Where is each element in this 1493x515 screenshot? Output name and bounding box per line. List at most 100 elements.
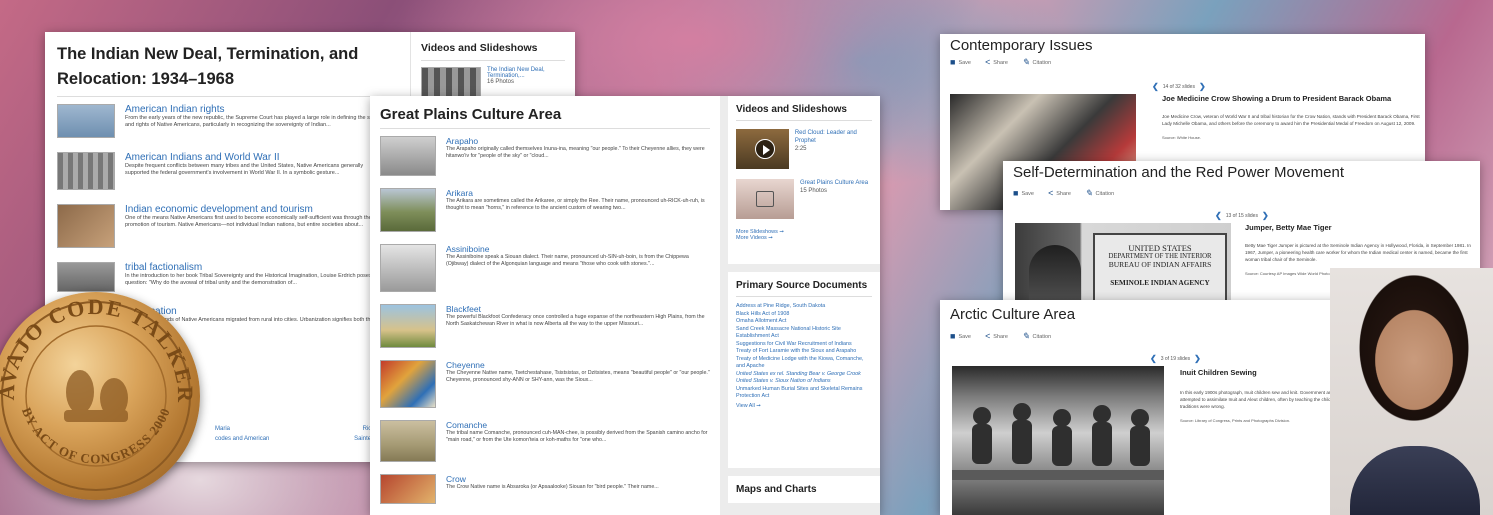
save-button[interactable]: ■ Save (950, 58, 971, 67)
play-icon[interactable] (755, 139, 775, 159)
primary-sources-heading: Primary Source Documents (736, 280, 868, 291)
entry-thumbnail[interactable] (57, 204, 115, 248)
maps-heading: Maps and Charts (736, 484, 817, 495)
slideshow-item[interactable]: The Indian New Deal, Termination,... 16 … (421, 67, 565, 97)
medal-top-text: NAVAJO CODE TALKERS (0, 292, 196, 404)
list-item: Arikara The Arikara are sometimes called… (380, 188, 710, 232)
video-title-link[interactable]: Red Cloud: Leader and Prophet (795, 129, 872, 145)
entry-description: From the early years of the new republic… (125, 115, 382, 129)
entry-thumbnail[interactable] (380, 474, 436, 504)
share-icon: < (984, 57, 991, 67)
list-item: Cheyenne The Cheyenne Native name, Tsetc… (380, 360, 710, 408)
svg-text:NAVAJO CODE TALKERS: NAVAJO CODE TALKERS (0, 292, 198, 404)
entry-title-link[interactable]: Arikara (446, 188, 710, 198)
maps-box: Maps and Charts (728, 476, 880, 503)
more-videos-link[interactable]: More Videos ➞ (736, 235, 872, 241)
slideshow-title-link[interactable]: The Indian New Deal, Termination,... (487, 67, 565, 79)
entry-description: The tribal name Comanche, pronounced cuh… (446, 430, 708, 444)
next-arrow[interactable]: ❯ (1262, 211, 1269, 220)
video-duration: 2:25 (794, 146, 807, 152)
entry-title-link[interactable]: Blackfeet (446, 304, 710, 314)
entry-title-link[interactable]: Crow (446, 474, 710, 484)
document-link[interactable]: Sand Creek Massacre National Historic Si… (736, 326, 872, 341)
folder-icon: ■ (950, 331, 956, 341)
citation-button[interactable]: ✎ Citation (1022, 58, 1051, 67)
entry-thumbnail[interactable] (380, 188, 436, 232)
document-link[interactable]: United States v. Sioux Nation of Indians (736, 378, 872, 386)
page-title: The Indian New Deal, Termination, and Re… (57, 45, 359, 88)
entry-title-link[interactable]: tribal factionalism (125, 262, 387, 273)
entry-thumbnail[interactable] (380, 360, 436, 408)
share-button[interactable]: < Share (1048, 189, 1071, 198)
entry-title-link[interactable]: Arapaho (446, 136, 710, 146)
video-item[interactable]: Red Cloud: Leader and Prophet 2:25 (736, 129, 872, 169)
entry-thumbnail[interactable] (380, 420, 436, 462)
prev-arrow[interactable]: ❮ (1215, 211, 1222, 220)
save-button[interactable]: ■ Save (1013, 189, 1034, 198)
view-all-link[interactable]: View All ➞ (736, 403, 872, 411)
share-button[interactable]: < Share (985, 332, 1008, 341)
list-item: Assiniboine The Assiniboine speak a Siou… (380, 244, 710, 292)
list-item: Crow The Crow Native name is Absaroka (o… (380, 474, 710, 504)
entry-title-link[interactable]: Assiniboine (446, 244, 710, 254)
slide-counter: 14 of 32 slides (1162, 83, 1195, 90)
list-item: Comanche The tribal name Comanche, prono… (380, 420, 710, 462)
video-thumbnail[interactable] (736, 129, 789, 169)
document-link[interactable]: Treaty of Medicine Lodge with the Kiowa,… (736, 356, 872, 371)
entry-thumbnail[interactable] (380, 304, 436, 348)
entry-title-link[interactable]: Cheyenne (446, 360, 710, 370)
slide-caption-title: Jumper, Betty Mae Tiger (1245, 223, 1332, 232)
document-link[interactable]: United States ex rel. Standing Bear v. G… (736, 371, 872, 379)
slide-nav: ❮ 13 of 15 slides ❯ (1215, 211, 1269, 220)
entry-description: The Arikara are sometimes called the Ari… (446, 198, 705, 212)
sign-line: SEMINOLE INDIAN AGENCY (1110, 279, 1210, 287)
slideshow-thumbnail[interactable] (736, 179, 794, 219)
document-link[interactable]: Omaha Allotment Act (736, 318, 872, 326)
children-figures (952, 403, 1164, 480)
entry-thumbnail[interactable] (380, 136, 436, 176)
share-icon: < (1047, 188, 1054, 198)
entry-title-link[interactable]: Comanche (446, 420, 710, 430)
slideshow-item[interactable]: Great Plains Culture Area 15 Photos (736, 179, 872, 219)
navajo-code-talkers-medal: NAVAJO CODE TALKERS BY ACT OF CONGRESS 2… (0, 292, 200, 500)
citation-button[interactable]: ✎ Citation (1085, 189, 1114, 198)
sign-line: DEPARTMENT OF THE INTERIOR (1108, 253, 1212, 260)
collage-background: { "panel1": { "title": "The Indian New D… (0, 0, 1493, 515)
document-link[interactable]: Unmarked Human Burial Sites and Skeletal… (736, 386, 872, 401)
document-link[interactable]: Black Hills Act of 1908 (736, 311, 872, 319)
entry-description: The Arapaho originally called themselves… (446, 146, 705, 160)
person-link[interactable]: Maria (215, 424, 230, 434)
document-link[interactable]: Suggestions for Civil War Recruitment of… (736, 341, 872, 349)
entry-thumbnail[interactable] (57, 104, 115, 138)
person-link[interactable]: codes and American (215, 434, 269, 444)
next-arrow[interactable]: ❯ (1194, 354, 1201, 363)
sign-line: BUREAU OF INDIAN AFFAIRS (1108, 260, 1212, 269)
citation-button[interactable]: ✎ Citation (1022, 332, 1051, 341)
entry-thumbnail[interactable] (57, 152, 115, 190)
document-link[interactable]: Address at Pine Ridge, South Dakota (736, 303, 872, 311)
page-title: Great Plains Culture Area (380, 106, 562, 123)
entry-thumbnail[interactable] (57, 262, 115, 292)
list-item: Blackfeet The powerful Blackfoot Confede… (380, 304, 710, 348)
edit-icon: ✎ (1021, 57, 1030, 67)
entry-description: Despite frequent conflicts between many … (125, 163, 364, 177)
folder-icon: ■ (950, 57, 956, 67)
entry-title-link[interactable]: American Indian rights (125, 104, 387, 115)
slideshow-thumbnail[interactable] (421, 67, 481, 97)
share-button[interactable]: < Share (985, 58, 1008, 67)
folder-icon: ■ (1013, 188, 1019, 198)
prev-arrow[interactable]: ❮ (1152, 82, 1159, 91)
next-arrow[interactable]: ❯ (1199, 82, 1206, 91)
entry-title-link[interactable]: American Indians and World War II (125, 152, 387, 163)
prev-arrow[interactable]: ❮ (1150, 354, 1157, 363)
slideshow-title-link[interactable]: Great Plains Culture Area (800, 179, 868, 187)
sign-line: UNITED STATES (1128, 243, 1192, 253)
entry-title-link[interactable]: Indian economic development and tourism (125, 204, 387, 215)
save-button[interactable]: ■ Save (950, 332, 971, 341)
toolbar: ■ Save < Share ✎ Citation (1013, 189, 1114, 198)
page-title: Arctic Culture Area (950, 306, 1076, 323)
page-title: Self-Determination and the Red Power Mov… (1013, 164, 1344, 181)
document-link[interactable]: Treaty of Fort Laramie with the Sioux an… (736, 348, 872, 356)
entry-thumbnail[interactable] (380, 244, 436, 292)
panel-arctic-culture: Arctic Culture Area ■ Save < Share ✎ Citati… (940, 300, 1370, 515)
